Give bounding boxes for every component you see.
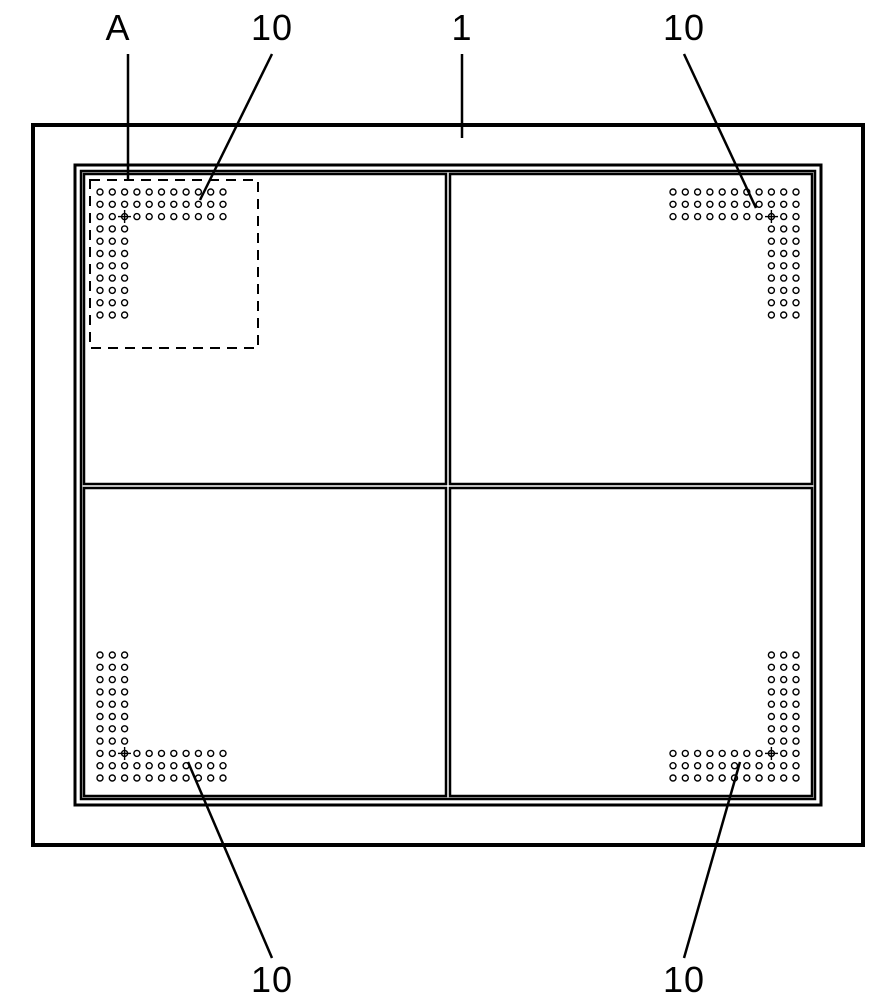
label-1: 1 bbox=[451, 7, 472, 48]
quadrant-TR bbox=[450, 174, 812, 484]
label-A: A bbox=[105, 7, 130, 48]
quadrant-TL bbox=[84, 174, 446, 484]
marker-TR bbox=[670, 189, 799, 318]
label-10-BL: 10 bbox=[251, 959, 293, 1000]
quadrant-BL bbox=[84, 488, 446, 796]
marker-TL bbox=[97, 189, 226, 318]
marker-BR bbox=[670, 652, 799, 781]
marker-BL bbox=[97, 652, 226, 781]
quadrant-BR bbox=[450, 488, 812, 796]
label-10-TL: 10 bbox=[251, 7, 293, 48]
figure-svg: A 10 1 10 10 10 bbox=[0, 0, 895, 1000]
label-10-TR: 10 bbox=[663, 7, 705, 48]
label-10-BR: 10 bbox=[663, 959, 705, 1000]
labels: A 10 1 10 10 10 bbox=[105, 7, 705, 1000]
